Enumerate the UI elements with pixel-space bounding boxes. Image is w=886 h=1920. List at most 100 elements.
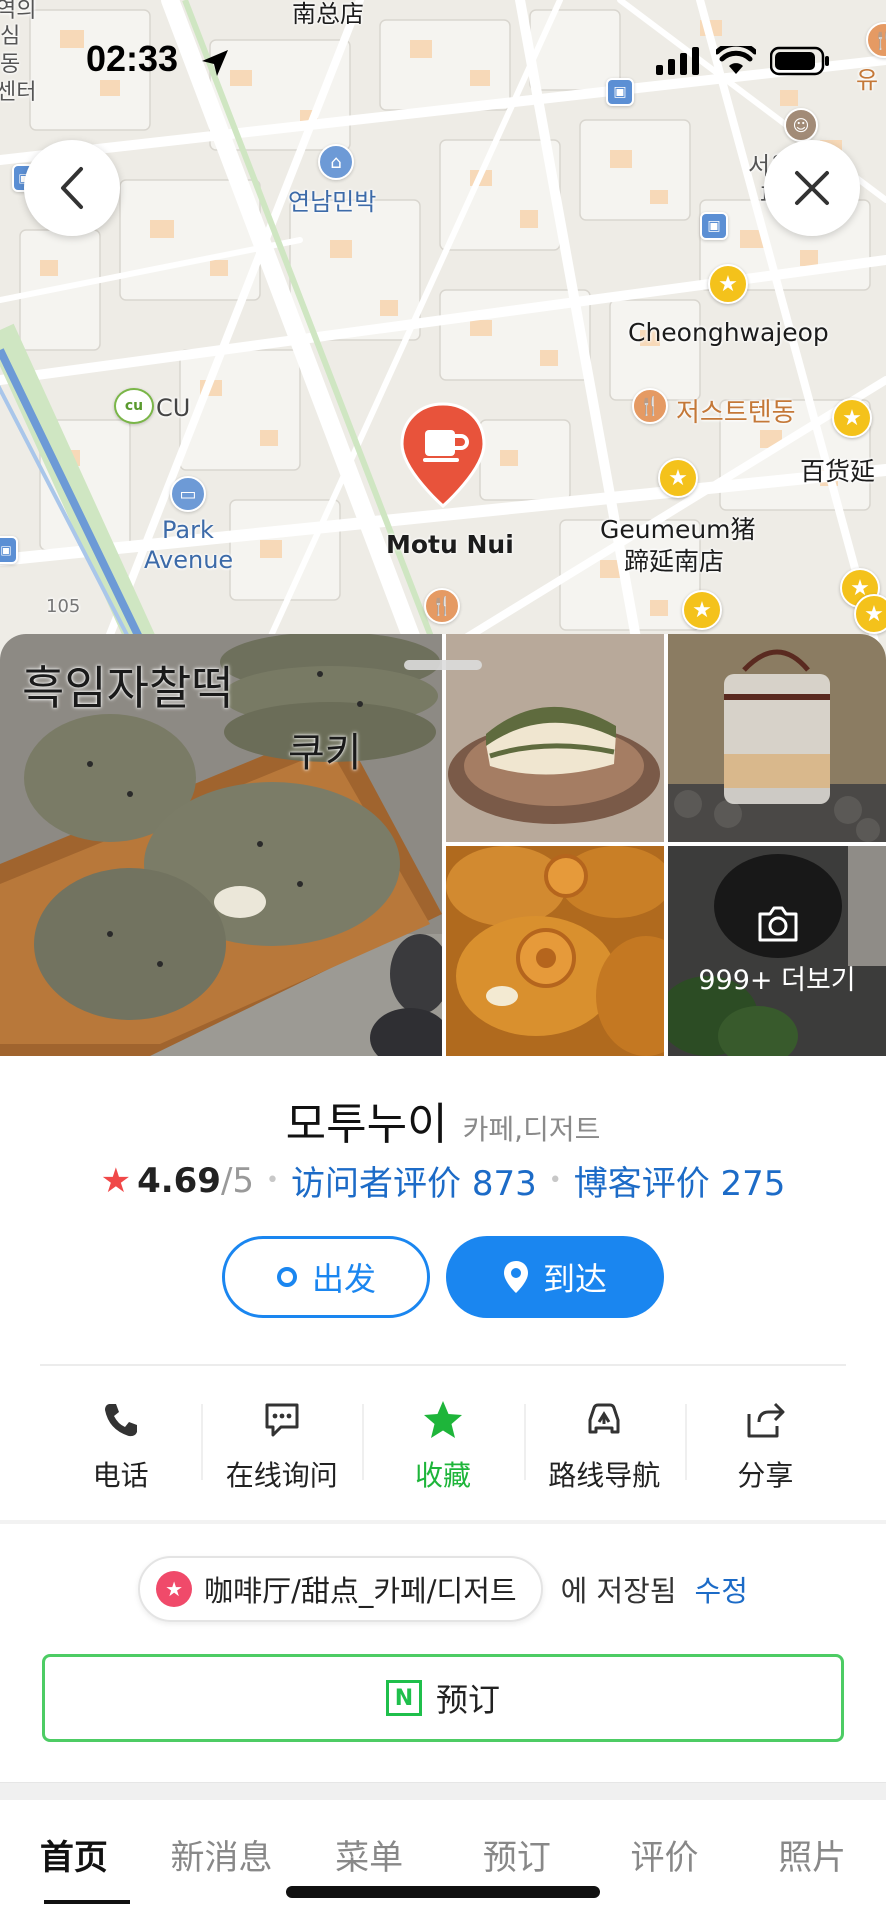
map-label-restaurant: 저스트텐동 [676,398,796,428]
bus-stop-icon[interactable]: ▣ [606,78,634,106]
rating-value: 4.69 [137,1160,221,1201]
route-navigation-button[interactable]: 路线导航 [523,1384,685,1494]
photo-more[interactable]: 999+ 더보기 [668,846,886,1056]
photo-pastries [446,846,664,1056]
map-label-park: Park [162,516,214,544]
action-label: 路线导航 [548,1459,661,1492]
separator-dot: • [266,1168,280,1193]
photo-overlay-text: 흑임자찰떡 [22,661,234,715]
place-title: 모투누이 카페,디저트 [0,1088,886,1152]
wifi-icon [716,46,756,74]
location-arrow-icon [202,50,228,76]
star-poi-icon[interactable]: ★ [682,590,722,630]
more-photos-label: 999+ 더보기 [698,965,856,996]
call-button[interactable]: 电话 [40,1384,201,1494]
photo-thumb[interactable] [446,846,664,1056]
tab-menu[interactable]: 菜单 [295,1800,443,1920]
rating-row: ★ 4.69 /5 • 访问者评价 873 • 博客评价 275 [0,1156,886,1205]
origin-dot-icon [276,1267,297,1287]
reserve-label: 预订 [435,1681,500,1719]
share-icon [747,1402,785,1438]
star-poi-icon[interactable]: ★ [708,264,748,304]
lodging-icon[interactable]: ⌂ [318,144,354,180]
saved-status: 에 저장됨 [560,1574,677,1608]
hotel-icon[interactable]: ▭ [170,476,206,512]
rating-max: /5 [220,1160,255,1201]
save-button[interactable]: 收藏 [362,1384,523,1494]
map-view[interactable]: 南总店 역의 심 동 센터 ⌂ 연남민박 ☺ 서울 퍼 ▣ ▣ ▣ ▣ ★ Ch… [0,0,886,660]
status-time: 02:33 [86,38,179,79]
visitor-reviews-link[interactable]: 访问者评价 873 [291,1156,537,1205]
arrive-button[interactable]: 到达 [446,1236,664,1318]
place-marker-icon[interactable] [398,400,488,510]
divider [40,1364,846,1366]
star-poi-icon[interactable]: ★ [658,458,698,498]
signal-icon [656,47,699,75]
saved-row: ★ 咖啡厅/甜点_카페/디저트 에 저장됨 수정 [0,1556,886,1622]
map-label-cheonghwajeop: Cheonghwajeop [628,318,829,347]
saved-star-icon: ★ [156,1571,193,1607]
tab-news[interactable]: 新消息 [148,1800,296,1920]
home-indicator [286,1886,600,1898]
tab-reserve[interactable]: 预订 [443,1800,591,1920]
depart-button[interactable]: 出发 [222,1236,430,1318]
restaurant-icon[interactable]: 🍴 [632,388,668,424]
map-label-cu: CU [156,394,191,422]
photo-overlay-text-2: 쿠키 [288,730,362,776]
share-button[interactable]: 分享 [684,1384,846,1494]
map-label-store: 南总店 [292,0,364,28]
blog-reviews-link[interactable]: 博客评价 275 [574,1156,786,1205]
close-button[interactable] [764,140,860,236]
action-label: 在线询问 [225,1459,338,1492]
map-label-dept: 百货延 [800,457,876,486]
section-gap [0,1782,886,1800]
chat-icon [265,1403,299,1437]
star-icon [424,1401,462,1438]
action-label: 收藏 [415,1459,472,1492]
place-name: 모투누이 [285,1099,448,1150]
chevron-left-icon [61,167,83,209]
restaurant-icon[interactable]: 🍴 [424,588,460,624]
photo-main[interactable]: 흑임자찰떡 쿠키 [0,634,442,1056]
map-label-fragment: 유 [856,66,879,94]
status-icons [656,46,830,76]
theater-icon[interactable]: ☺ [784,108,818,142]
photo-gallery[interactable]: 흑임자찰떡 쿠키 999+ 더보기 [0,634,886,1056]
arrive-label: 到达 [542,1260,607,1298]
star-poi-icon[interactable]: ★ [832,398,872,438]
marker-label: Motu Nui [386,530,514,559]
map-label-fragment: 센터 [0,80,37,105]
reserve-button[interactable]: N 预订 [42,1654,844,1742]
divider [0,1520,886,1524]
separator-dot: • [548,1168,562,1193]
action-label: 分享 [737,1459,794,1492]
star-rating-icon: ★ [100,1160,132,1201]
tab-photos[interactable]: 照片 [738,1800,886,1920]
sheet-handle[interactable] [404,660,482,670]
saved-list-chip[interactable]: ★ 咖啡厅/甜点_카페/디저트 [138,1556,543,1622]
photo-thumb[interactable] [668,634,886,842]
phone-icon [104,1404,137,1437]
photo-storefront [668,846,886,1056]
back-button[interactable] [24,140,120,236]
star-poi-icon[interactable]: ★ [854,594,886,634]
bus-stop-icon[interactable]: ▣ [0,536,18,564]
depart-label: 出发 [311,1260,376,1298]
saved-list-name: 咖啡厅/甜点_카페/디저트 [204,1574,517,1608]
tab-home[interactable]: 首页 [0,1800,148,1920]
action-label: 电话 [92,1459,149,1492]
tab-reviews[interactable]: 评价 [591,1800,739,1920]
action-bar: 电话 在线询问 收藏 路线导航 分享 [40,1384,846,1494]
map-label-park-2: Avenue [144,546,234,574]
bus-stop-icon[interactable]: ▣ [700,212,728,240]
online-inquiry-button[interactable]: 在线询问 [201,1384,362,1494]
place-category: 카페,디저트 [462,1113,601,1146]
location-pin-icon [503,1261,528,1293]
close-icon [795,171,829,205]
photo-cake-box [668,634,886,842]
tab-bar: 首页 新消息 菜单 预订 评价 照片 [0,1800,886,1920]
convenience-store-icon[interactable]: cu [114,388,154,424]
camera-icon [758,906,798,942]
map-label-lodging: 연남민박 [288,188,377,216]
edit-saved-link[interactable]: 수정 [695,1568,748,1610]
